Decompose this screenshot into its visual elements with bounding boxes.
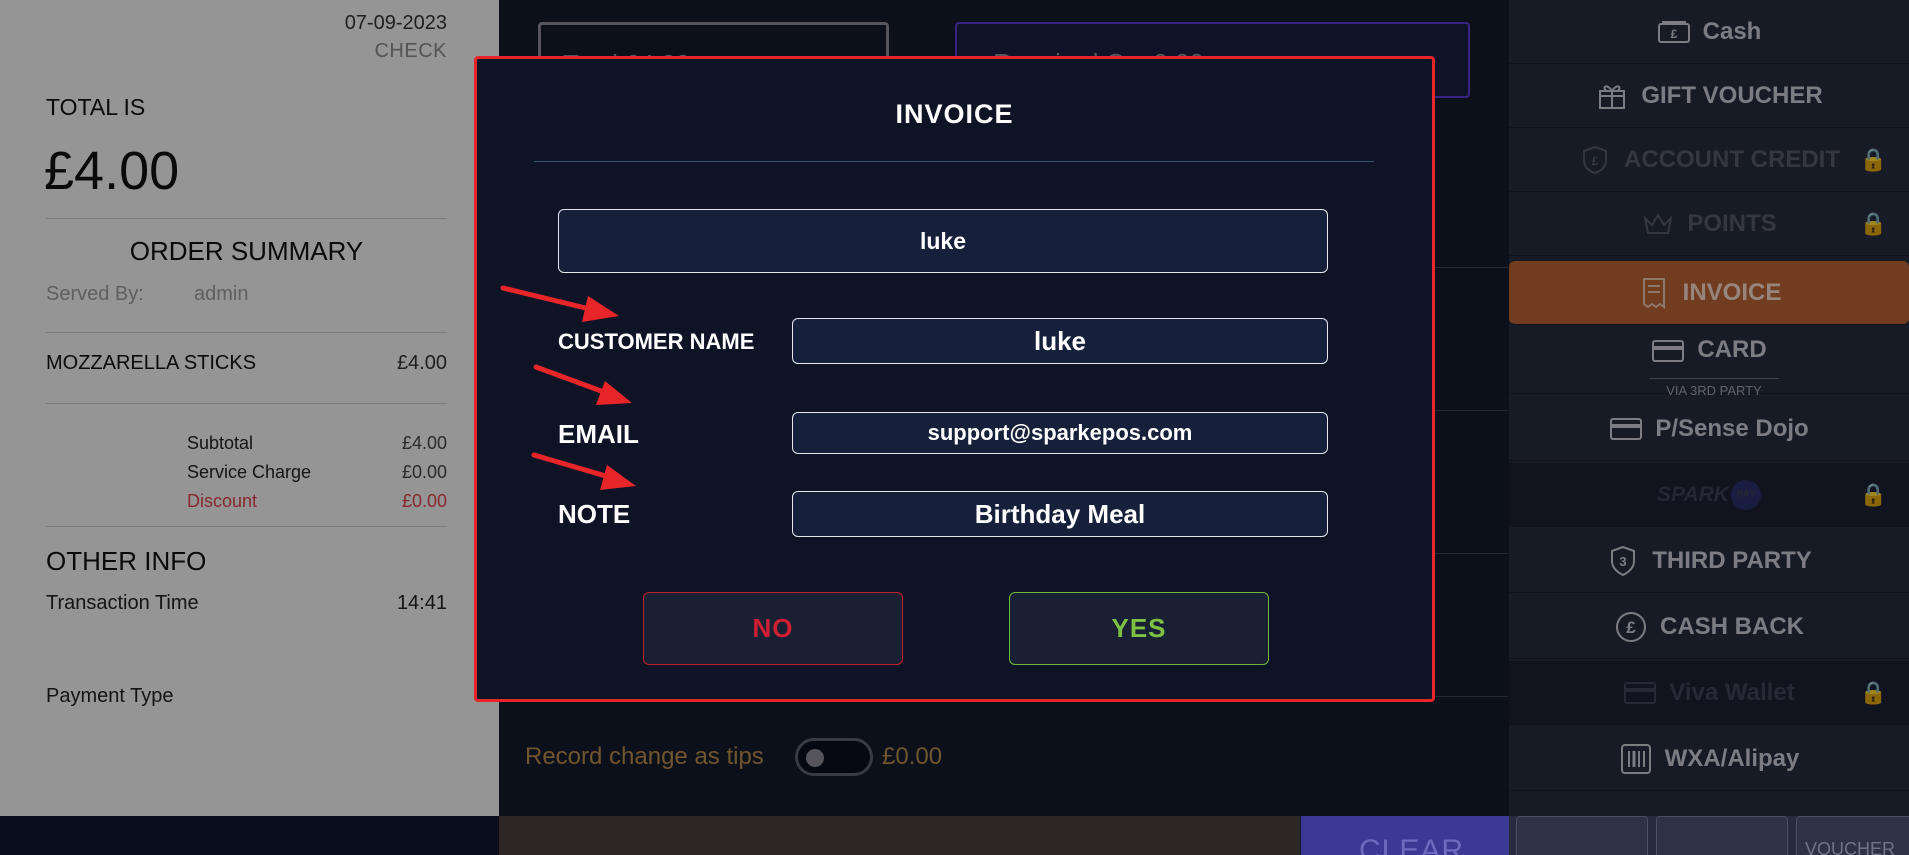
- annotation-arrow: [533, 364, 632, 405]
- annotation-arrow: [531, 452, 636, 490]
- annotation-arrow: [500, 285, 619, 322]
- annotation-arrows: [500, 285, 636, 490]
